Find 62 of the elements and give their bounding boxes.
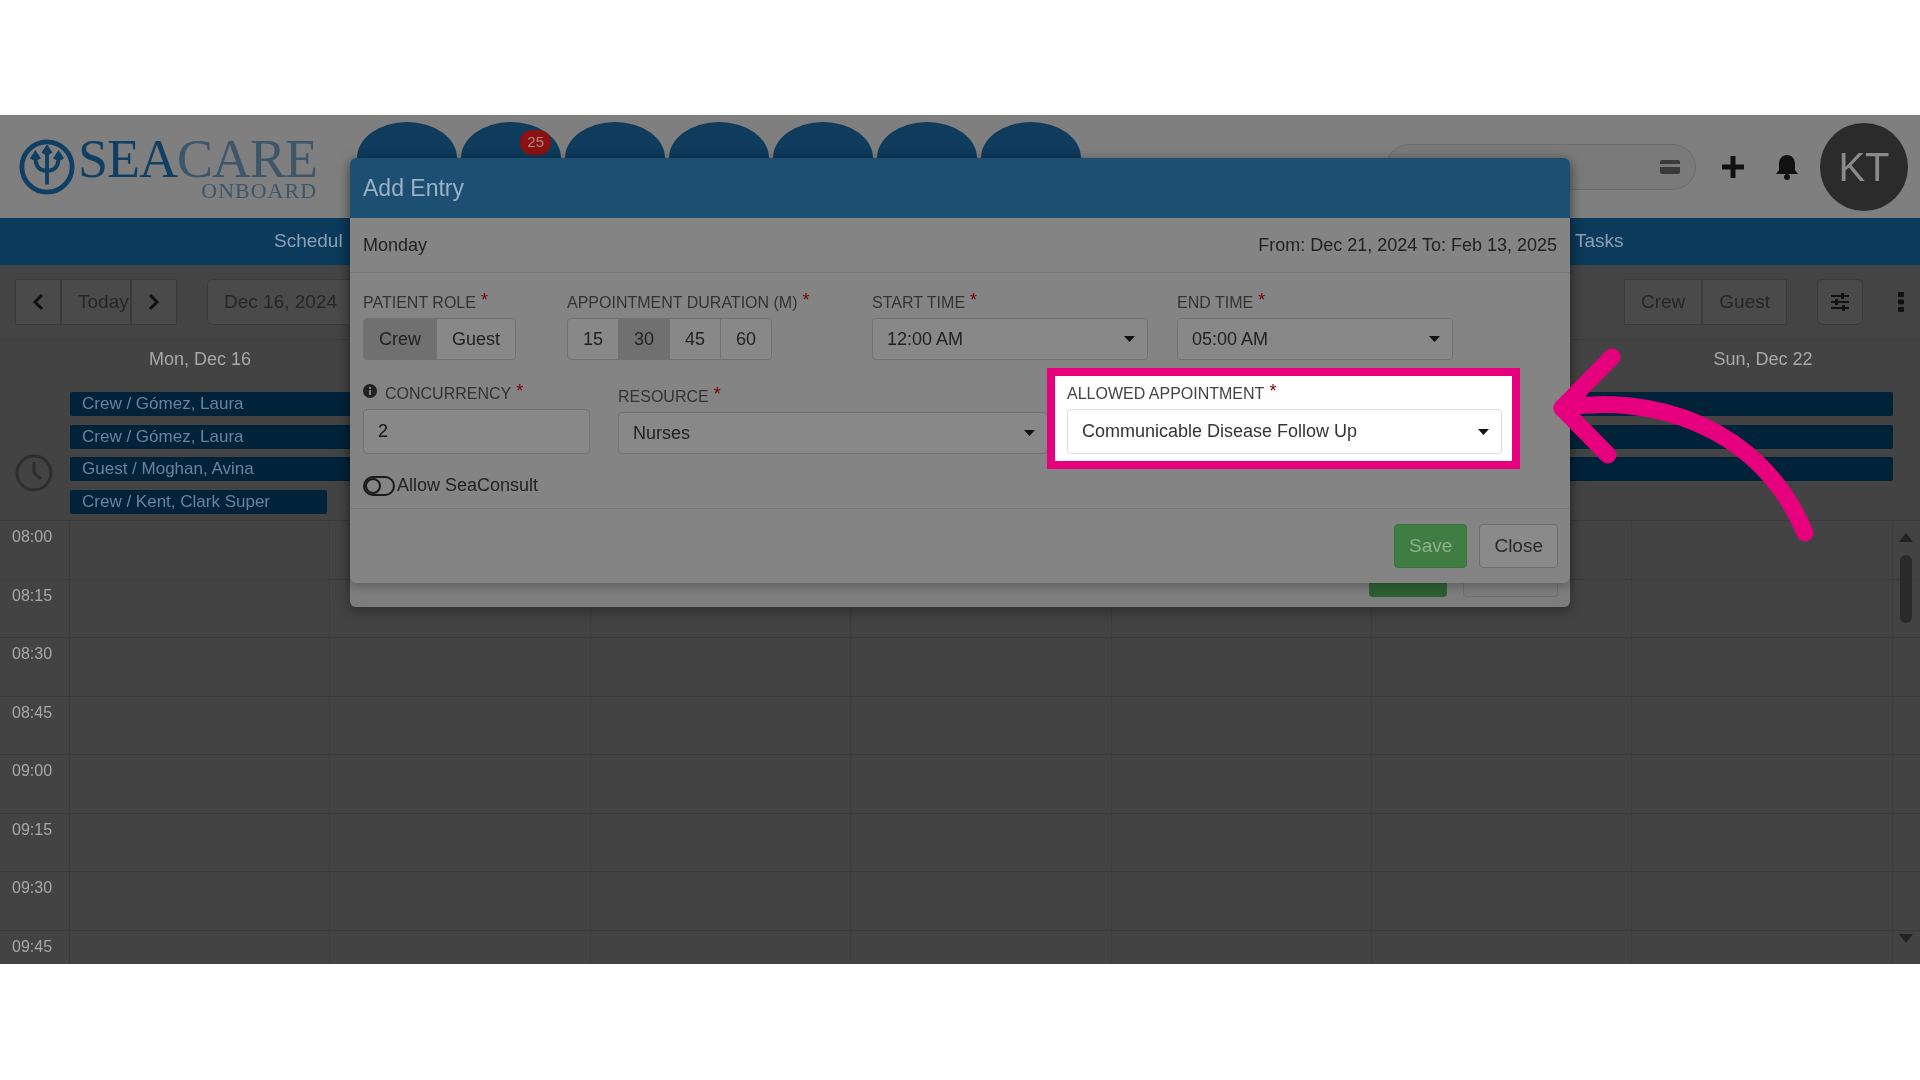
required-mark: * [1269,382,1277,400]
option-button[interactable]: Guest [436,318,517,360]
day-header: Sun, Dec 22 [1712,348,1814,371]
field-label: START TIME [872,293,966,313]
plus-icon[interactable] [1720,153,1746,180]
time-label: 09:00 [0,755,70,813]
day-header: Mon, Dec 16 [147,348,253,371]
toggle-switch[interactable] [363,475,395,496]
required-mark: * [516,382,524,400]
required-mark: * [480,291,488,309]
field-label: RESOURCE [618,387,709,407]
event-bar[interactable]: Crew / Kent, Clark Super [70,489,327,514]
next-button[interactable] [131,279,177,325]
required-mark: * [802,291,810,309]
time-label: 08:30 [0,638,70,696]
caret-icon [1124,336,1135,342]
time-label: 08:00 [0,521,70,579]
caret-icon [1429,336,1440,342]
date-range-label: From: Dec 21, 2024 To: Feb 13, 2025 [1258,233,1557,257]
time-label: 08:15 [0,579,70,637]
dropdown[interactable]: 12:00 AM [872,318,1148,360]
nav-button[interactable]: 25 [461,122,562,158]
time-label: 09:30 [0,872,70,930]
dropdown[interactable]: Nurses [618,412,1048,454]
required-mark: * [970,291,978,309]
required-mark: * [1258,291,1266,309]
option-button[interactable]: 15 [567,318,620,360]
more-icon[interactable] [1897,291,1905,313]
required-mark: * [713,385,721,403]
notification-badge: 25 [520,130,552,155]
bell-icon[interactable] [1774,152,1800,181]
sliders-icon [1830,293,1850,311]
card-icon [1659,158,1681,175]
field-label: ALLOWED APPOINTMENT [1067,384,1265,404]
time-label: 09:15 [0,813,70,871]
dropdown[interactable]: Communicable Disease Follow Up [1067,409,1502,454]
caret-icon [1024,430,1035,436]
day-label: Monday [363,233,428,257]
option-button[interactable]: Crew [363,318,437,360]
chevron-left-icon [32,293,44,311]
caret-icon [1478,428,1489,435]
field-label: APPOINTMENT DURATION (M) [567,293,798,313]
field-label: PATIENT ROLE [363,293,476,313]
user-avatar[interactable]: KT [1820,122,1908,211]
option-button[interactable]: 30 [618,318,671,360]
dropdown[interactable]: 05:00 AM [1177,318,1453,360]
option-button[interactable]: 60 [720,318,773,360]
input-field[interactable]: 2 [363,409,590,454]
chevron-right-icon [148,293,160,311]
option-button[interactable]: 45 [669,318,722,360]
dialog-button[interactable]: Close [1479,524,1558,568]
filter-settings-button[interactable] [1817,279,1863,325]
toggle-label: Allow SeaConsult [397,474,539,497]
dialog-title: Add Entry [350,158,1570,218]
time-label: 08:45 [0,696,70,754]
logo-icon [18,137,76,196]
previous-button[interactable] [15,279,61,325]
nav-tab[interactable]: Tasks [1575,227,1624,256]
nav-tab[interactable]: Schedul [274,227,343,256]
logo-tagline: ONBOARD [201,179,318,202]
field-label: END TIME [1177,293,1254,313]
field-label: CONCURRENCY [385,384,512,404]
